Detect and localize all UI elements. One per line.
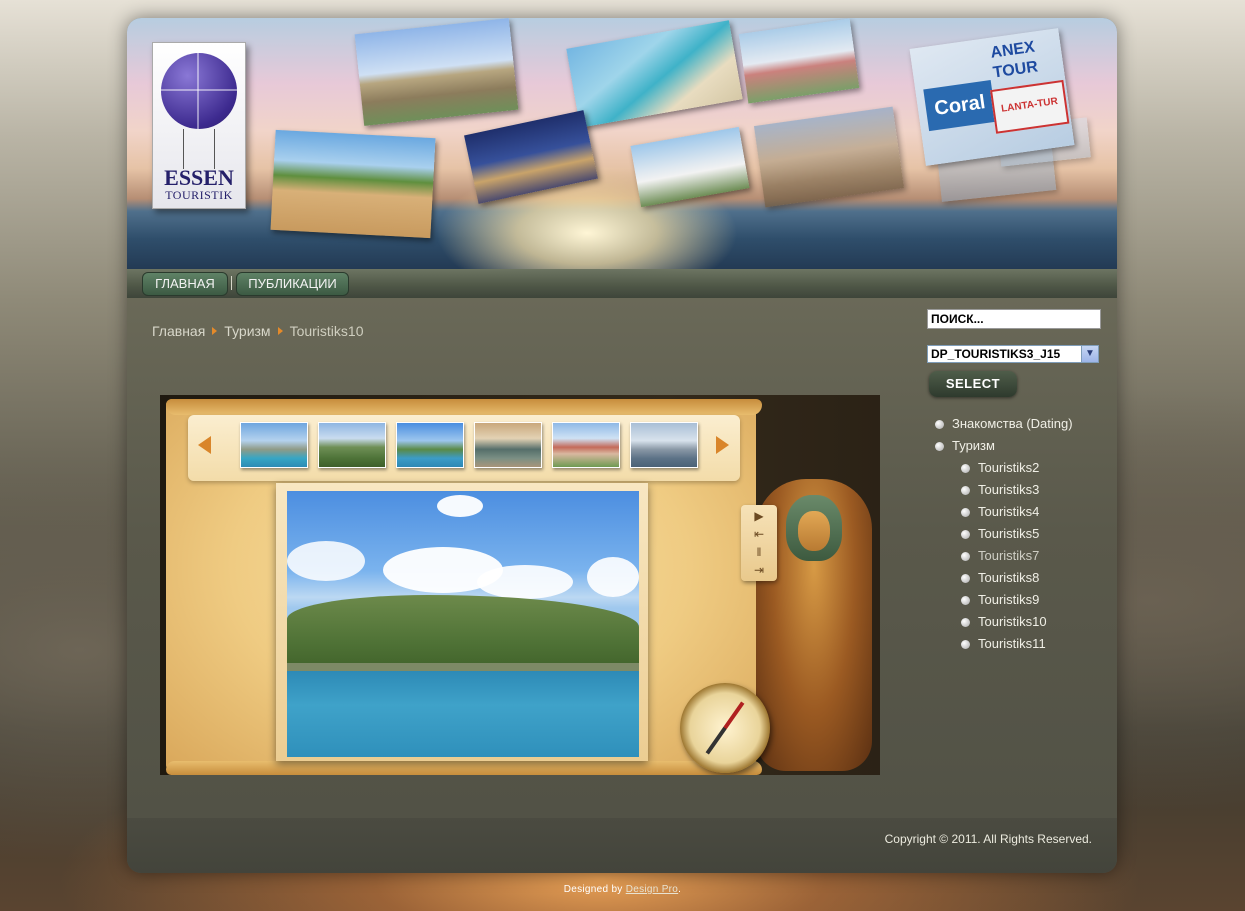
- breadcrumb-current: Touristiks10: [289, 323, 364, 339]
- designed-by: Designed by Design Pro.: [0, 884, 1245, 895]
- essen-touristik-logo[interactable]: ESSEN TOURISTIK: [152, 42, 246, 209]
- gallery-parchment: [166, 399, 762, 775]
- nav-separator: [231, 276, 232, 290]
- bullet-icon: [961, 552, 970, 561]
- template-select[interactable]: DP_TOURISTIKS3_J15 ▼: [927, 345, 1099, 363]
- breadcrumb-tourism-link[interactable]: Туризм: [224, 323, 270, 339]
- thumbs-prev-arrow-icon[interactable]: [198, 436, 211, 454]
- banner-photo-louvre: [464, 110, 598, 204]
- template-select-value: DP_TOURISTIKS3_J15: [931, 347, 1061, 361]
- header-banner: ANEX TOUR Coral LANTA-TUR ESSEN TOURISTI…: [127, 18, 1117, 269]
- logo-sub: TOURISTIK: [165, 188, 233, 202]
- photo-cloud: [477, 565, 573, 599]
- photo-cloud: [437, 495, 483, 517]
- play-icon[interactable]: ▶: [750, 509, 768, 523]
- main-content: Главная Туризм Touristiks10 ▶ ⇤ ‖ ⇥ ПОИС…: [127, 298, 1117, 818]
- bullet-icon: [961, 486, 970, 495]
- banner-photo-castle: [738, 18, 860, 104]
- slideshow-controls: ▶ ⇤ ‖ ⇥: [741, 505, 777, 581]
- parchment-roll-top: [166, 399, 762, 415]
- search-input[interactable]: [927, 309, 1101, 329]
- banner-photo-beach: [566, 20, 743, 128]
- bullet-icon: [935, 442, 944, 451]
- main-photo-frame: [276, 483, 648, 761]
- first-image-icon[interactable]: ⇤: [750, 527, 768, 541]
- page-frame: ANEX TOUR Coral LANTA-TUR ESSEN TOURISTI…: [127, 18, 1117, 873]
- designed-by-suffix: .: [678, 884, 682, 895]
- balloon-ropes: [183, 129, 215, 169]
- logo-brand: ESSEN: [164, 165, 234, 190]
- coral-logo: Coral: [923, 80, 997, 132]
- nav-home-button[interactable]: ГЛАВНАЯ: [142, 272, 228, 296]
- banner-photo-japan-castle: [630, 126, 750, 208]
- bullet-icon: [961, 464, 970, 473]
- balloon-globe-icon: [161, 53, 237, 129]
- main-navigation: ГЛАВНАЯ ПУБЛИКАЦИИ: [127, 269, 1117, 298]
- breadcrumb-arrow-icon: [212, 327, 218, 335]
- bullet-icon: [961, 508, 970, 517]
- thumbnail[interactable]: [474, 422, 542, 468]
- thumbnail-strip: [188, 415, 740, 481]
- footer: Copyright © 2011. All Rights Reserved.: [127, 818, 1117, 873]
- last-image-icon[interactable]: ⇥: [750, 563, 768, 577]
- thumbs-next-arrow-icon[interactable]: [716, 436, 729, 454]
- breadcrumb-home-link[interactable]: Главная: [152, 323, 205, 339]
- designed-by-prefix: Designed by: [563, 884, 626, 895]
- banner-photo-palms: [753, 106, 905, 208]
- pause-icon[interactable]: ‖: [750, 545, 768, 559]
- bullet-icon: [961, 574, 970, 583]
- photo-cloud: [587, 557, 639, 597]
- bullet-icon: [935, 420, 944, 429]
- photo-cloud: [287, 541, 365, 581]
- sarcophagus-face: [786, 495, 842, 561]
- parchment-roll-bottom: [166, 761, 762, 775]
- banner-photo-sphinx: [270, 129, 436, 239]
- thumbnail[interactable]: [630, 422, 698, 468]
- thumbnail[interactable]: [240, 422, 308, 468]
- lanta-tur-logo: LANTA-TUR: [990, 79, 1070, 134]
- select-button[interactable]: SELECT: [929, 371, 1017, 397]
- banner-photo-cathedral: [354, 18, 519, 126]
- tour-operators-logos: ANEX TOUR Coral LANTA-TUR: [909, 28, 1075, 166]
- photo-sea: [287, 671, 639, 757]
- bullet-icon: [961, 530, 970, 539]
- compass-decoration: [680, 683, 770, 773]
- nav-publications-button[interactable]: ПУБЛИКАЦИИ: [236, 272, 349, 296]
- thumbnail[interactable]: [318, 422, 386, 468]
- thumbnail[interactable]: [396, 422, 464, 468]
- breadcrumb-arrow-icon: [277, 327, 283, 335]
- main-photo[interactable]: [287, 491, 639, 757]
- bullet-icon: [961, 618, 970, 627]
- breadcrumb: Главная Туризм Touristiks10: [152, 323, 363, 339]
- copyright-text: Copyright © 2011. All Rights Reserved.: [884, 832, 1092, 846]
- bullet-icon: [961, 596, 970, 605]
- bullet-icon: [961, 640, 970, 649]
- thumbnail[interactable]: [552, 422, 620, 468]
- designer-link[interactable]: Design Pro: [626, 884, 678, 895]
- photo-gallery: ▶ ⇤ ‖ ⇥: [160, 395, 880, 775]
- chevron-down-icon[interactable]: ▼: [1081, 346, 1098, 362]
